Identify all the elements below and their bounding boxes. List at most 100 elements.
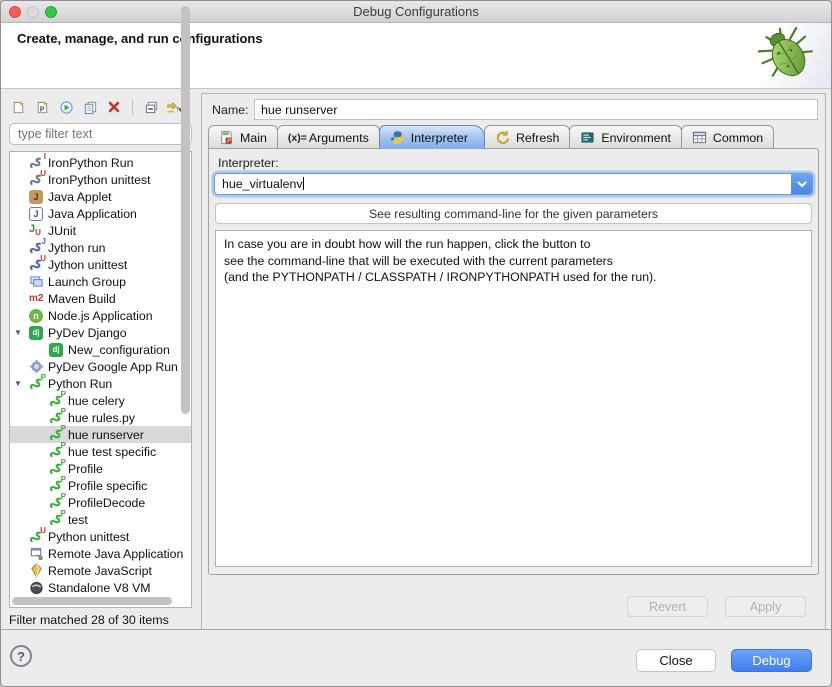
see-command-line-button[interactable]: See resulting command-line for the given… — [215, 203, 812, 224]
tree-item[interactable]: UPython unittest — [10, 528, 191, 545]
delete-configuration-button[interactable] — [105, 98, 123, 116]
banner-title: Create, manage, and run configurations — [17, 31, 263, 46]
revert-button[interactable]: Revert — [627, 596, 708, 617]
duplicate-configuration-button[interactable] — [81, 98, 99, 116]
tree-item-label: ProfileDecode — [65, 496, 145, 510]
python-logo-icon — [390, 130, 406, 145]
tab-bar: P Main (x)=Arguments Interpreter Refresh Envi… — [208, 125, 773, 149]
combo-dropdown-button[interactable] — [791, 174, 812, 194]
tree-item[interactable]: JJava Applet — [10, 188, 191, 205]
tab-environment[interactable]: Environment — [569, 125, 682, 149]
tree-item[interactable]: Launch Group — [10, 273, 191, 290]
tree-item-label: Maven Build — [45, 292, 116, 306]
tree-item[interactable]: IIronPython Run — [10, 154, 191, 171]
debug-button[interactable]: Debug — [731, 649, 812, 672]
filter-input[interactable] — [9, 123, 192, 145]
tree-item[interactable]: ▼PPython Run — [10, 375, 191, 392]
django-icon: dj — [29, 325, 45, 340]
text-caret — [303, 177, 304, 190]
expand-arrow-icon[interactable]: ▼ — [14, 379, 29, 388]
name-input[interactable] — [254, 99, 818, 120]
button-bar: ? Close Debug — [1, 629, 831, 686]
tree-item[interactable]: JUJUnit — [10, 222, 191, 239]
debug-configurations-dialog: Debug Configurations Create, manage, and… — [0, 0, 832, 687]
tree-item[interactable]: Remote Java Application — [10, 545, 191, 562]
snake-python-run-icon: P — [29, 376, 45, 391]
svg-text:✦: ✦ — [18, 100, 25, 109]
tree-item[interactable]: Standalone V8 VM — [10, 579, 191, 596]
tree-item[interactable]: m2Maven Build — [10, 290, 191, 307]
collapse-icon — [144, 100, 159, 115]
tree-item[interactable]: ▼djPyDev Django — [10, 324, 191, 341]
tree-item-label: hue rules.py — [65, 411, 135, 425]
tree-item[interactable]: Phue runserver — [10, 426, 191, 443]
title-bar: Debug Configurations — [1, 1, 831, 23]
tab-label: Refresh — [516, 131, 559, 145]
tab-label: Interpreter — [411, 131, 468, 145]
java-app-icon: J — [29, 206, 45, 221]
tab-label: Main — [240, 131, 267, 145]
tab-refresh[interactable]: Refresh — [484, 125, 570, 149]
tree-item[interactable]: PyDev Google App Run — [10, 358, 191, 375]
tree-item[interactable]: UIronPython unittest — [10, 171, 191, 188]
tab-main[interactable]: P Main — [208, 125, 278, 149]
interpreter-combo[interactable]: hue_virtualenv — [214, 173, 813, 195]
refresh-icon — [495, 130, 511, 145]
tree-item[interactable]: JJava Application — [10, 205, 191, 222]
tree-item[interactable]: UJython unittest — [10, 256, 191, 273]
java-applet-icon: J — [29, 189, 45, 204]
tree-item[interactable]: Phue celery — [10, 392, 191, 409]
tree-item[interactable]: Remote JavaScript — [10, 562, 191, 579]
snake-iron-unit-icon: U — [29, 172, 45, 187]
tree-item-label: PyDev Google App Run — [45, 360, 178, 374]
interpreter-label: Interpreter: — [218, 156, 279, 170]
tree-item[interactable]: nNode.js Application — [10, 307, 191, 324]
tree-item[interactable]: Ptest — [10, 511, 191, 528]
tree-item-label: Node.js Application — [45, 309, 153, 323]
tab-interpreter[interactable]: Interpreter — [379, 125, 485, 149]
tree-item[interactable]: PProfile specific — [10, 477, 191, 494]
help-button[interactable]: ? — [10, 645, 32, 667]
new-configuration-button[interactable]: ✦ — [9, 98, 27, 116]
chevron-down-icon — [797, 181, 807, 188]
common-icon — [692, 130, 708, 145]
tree-horizontal-scrollbar[interactable] — [12, 597, 172, 605]
delete-icon — [107, 100, 121, 114]
config-tree[interactable]: IIronPython RunUIronPython unittestJJava… — [9, 151, 192, 608]
tree-vertical-scrollbar[interactable] — [181, 6, 190, 414]
tree-item-label: IronPython unittest — [45, 173, 151, 187]
tree-item-label: Java Applet — [45, 190, 112, 204]
snake-python-run-icon: P — [49, 512, 65, 527]
tree-item-label: Remote Java Application — [45, 547, 183, 561]
tab-arguments[interactable]: (x)=Arguments — [277, 125, 380, 149]
new-proto-icon: P✦ — [35, 100, 50, 115]
tree-item-label: Jython unittest — [45, 258, 127, 272]
tree-item-label: IronPython Run — [45, 156, 133, 170]
tree-item[interactable]: PProfile — [10, 460, 191, 477]
collapse-all-button[interactable] — [142, 98, 160, 116]
tree-item[interactable]: JJython run — [10, 239, 191, 256]
tree-item[interactable]: Phue test specific — [10, 443, 191, 460]
maven-icon: m2 — [29, 291, 45, 306]
tree-item[interactable]: Phue rules.py — [10, 409, 191, 426]
launch-group-icon — [29, 274, 45, 289]
snake-jython-unit-icon: U — [29, 257, 45, 272]
tab-main-icon: P — [219, 130, 235, 145]
new-prototype-button[interactable]: P✦ — [33, 98, 51, 116]
tree-item-label: Java Application — [45, 207, 137, 221]
tree-item[interactable]: PProfileDecode — [10, 494, 191, 511]
django-icon: dj — [49, 342, 65, 357]
svg-text:✦: ✦ — [42, 100, 49, 109]
debug-bug-icon — [743, 23, 831, 88]
export-configurations-button[interactable] — [57, 98, 75, 116]
apply-button[interactable]: Apply — [725, 596, 806, 617]
close-button[interactable]: Close — [636, 649, 716, 672]
tab-common[interactable]: Common — [681, 125, 774, 149]
tree-item-label: Jython run — [45, 241, 105, 255]
tab-label: Arguments — [309, 131, 369, 145]
expand-arrow-icon[interactable]: ▼ — [14, 328, 29, 337]
filter-status-text: Filter matched 28 of 30 items — [9, 613, 169, 627]
tree-item-label: Remote JavaScript — [45, 564, 152, 578]
tree-item-label: Profile — [65, 462, 103, 476]
tree-item[interactable]: djNew_configuration — [10, 341, 191, 358]
